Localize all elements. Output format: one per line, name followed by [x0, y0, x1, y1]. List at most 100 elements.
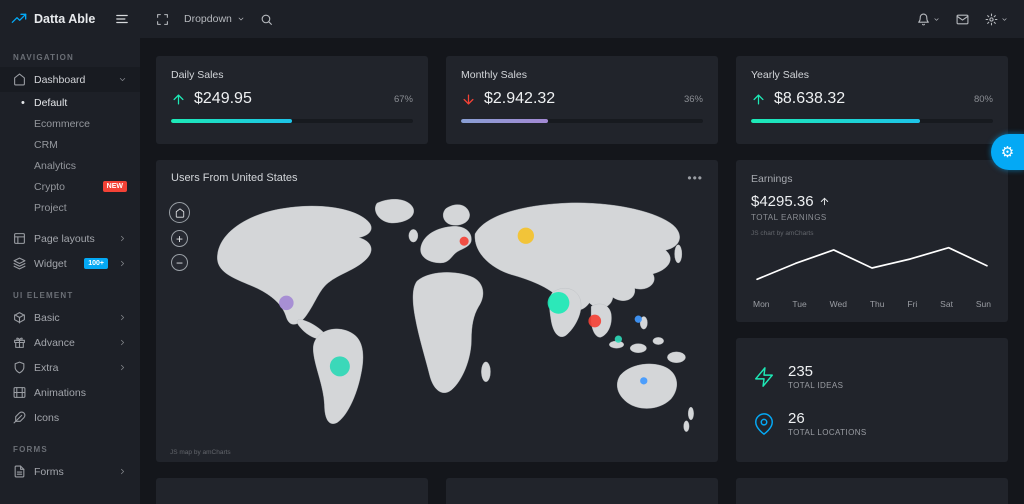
- progress-fill: [461, 119, 549, 123]
- earnings-line-chart[interactable]: [751, 239, 993, 297]
- film-icon: [13, 386, 26, 399]
- gift-icon: [13, 336, 26, 349]
- map-bubble[interactable]: [279, 295, 294, 311]
- map-bubble[interactable]: [547, 291, 570, 314]
- sidebar-item-crm[interactable]: CRM: [0, 134, 140, 155]
- users-map-card: Users From United States ••• + − JS map …: [156, 160, 718, 462]
- home-icon: [13, 73, 26, 86]
- map-home-button[interactable]: [169, 202, 190, 223]
- stat-value: $8.638.32: [774, 90, 846, 107]
- user-settings-gear-icon[interactable]: [985, 13, 1008, 26]
- sidebar-item-advance[interactable]: Advance: [0, 330, 140, 355]
- progress-track: [171, 119, 413, 123]
- world-map[interactable]: [184, 194, 708, 448]
- counter-label: TOTAL IDEAS: [788, 380, 844, 390]
- stat-percent: 36%: [683, 93, 703, 105]
- earnings-label: TOTAL EARNINGS: [751, 213, 827, 222]
- sidebar-toggle-icon[interactable]: [115, 12, 129, 26]
- card-title: Monthly Sales: [461, 69, 527, 81]
- partial-card: [736, 478, 1008, 504]
- top-header: Dropdown: [140, 0, 1024, 38]
- sidebar-item-forms[interactable]: Forms: [0, 459, 140, 484]
- chevron-right-icon: [118, 338, 127, 347]
- progress-track: [461, 119, 703, 123]
- card-title: Daily Sales: [171, 69, 224, 81]
- arrow-up-icon: [751, 92, 766, 107]
- maximize-icon[interactable]: [156, 13, 169, 26]
- sidebar-item-label: Dashboard: [34, 73, 86, 86]
- earnings-x-axis: Mon Tue Wed Thu Fri Sat Sun: [751, 297, 993, 309]
- sidebar: Datta Able NAVIGATION Dashboard • Defaul…: [0, 0, 140, 504]
- sidebar-item-page-layouts[interactable]: Page layouts: [0, 226, 140, 251]
- sidebar-item-project[interactable]: Project: [0, 197, 140, 218]
- progress-fill: [171, 119, 292, 123]
- stat-percent: 67%: [393, 93, 413, 105]
- floating-settings-button[interactable]: ⚙: [991, 134, 1024, 170]
- gear-icon: ⚙: [1000, 144, 1015, 161]
- app-title: Datta Able: [34, 12, 96, 26]
- map-bubble[interactable]: [634, 315, 642, 323]
- daily-sales-card: Daily Sales $249.95 67%: [156, 56, 428, 144]
- arrow-down-icon: [461, 92, 476, 107]
- bolt-icon: [753, 366, 775, 388]
- sidebar-item-icons[interactable]: Icons: [0, 405, 140, 430]
- sub-item-label: Ecommerce: [34, 117, 91, 130]
- map-zoom-in-button[interactable]: +: [171, 230, 188, 247]
- total-locations-row: 26 TOTAL LOCATIONS: [753, 410, 991, 437]
- totals-card: 235 TOTAL IDEAS 26 TOTAL LOCATIONS: [736, 338, 1008, 462]
- pin-icon: [753, 412, 775, 435]
- sidebar-item-label: Icons: [34, 411, 60, 424]
- layers-icon: [13, 257, 26, 270]
- header-dropdown-label: Dropdown: [184, 13, 232, 25]
- stat-value: $249.95: [194, 90, 252, 107]
- sidebar-item-dashboard[interactable]: Dashboard: [0, 67, 140, 92]
- section-label-navigation: NAVIGATION: [13, 53, 75, 62]
- axis-tick: Thu: [869, 299, 885, 309]
- axis-tick: Sat: [940, 299, 953, 309]
- map-bubble[interactable]: [640, 377, 648, 385]
- stat-value: $2.942.32: [484, 90, 556, 107]
- sidebar-item-extra[interactable]: Extra: [0, 355, 140, 380]
- sidebar-item-ecommerce[interactable]: Ecommerce: [0, 113, 140, 134]
- map-bubble[interactable]: [459, 236, 469, 246]
- sub-item-label: Analytics: [34, 159, 77, 172]
- partial-card: [156, 478, 428, 504]
- layout-icon: [13, 232, 26, 245]
- sidebar-item-label: Extra: [34, 361, 59, 374]
- map-bubble[interactable]: [588, 314, 602, 328]
- earnings-card: Earnings $4295.36 TOTAL EARNINGS JS char…: [736, 160, 1008, 322]
- notifications-bell-icon[interactable]: [917, 13, 940, 26]
- sidebar-item-label: Widget: [34, 257, 67, 270]
- sidebar-item-animations[interactable]: Animations: [0, 380, 140, 405]
- sidebar-item-label: Page layouts: [34, 232, 95, 245]
- card-options-icon[interactable]: •••: [687, 172, 703, 184]
- sidebar-item-label: Forms: [34, 465, 64, 478]
- sidebar-item-widget[interactable]: Widget 100+: [0, 251, 140, 276]
- map-bubble[interactable]: [614, 335, 622, 343]
- axis-tick: Wed: [829, 299, 847, 309]
- monthly-sales-card: Monthly Sales $2.942.32 36%: [446, 56, 718, 144]
- app-window: Datta Able NAVIGATION Dashboard • Defaul…: [0, 0, 1024, 504]
- chevron-down-icon: [118, 75, 127, 84]
- axis-tick: Mon: [753, 299, 770, 309]
- chevron-right-icon: [118, 363, 127, 372]
- sub-item-label: Default: [34, 96, 68, 109]
- sub-item-label: Crypto: [34, 180, 65, 193]
- sidebar-item-default[interactable]: • Default: [0, 92, 140, 113]
- sidebar-item-crypto[interactable]: Crypto NEW: [0, 176, 140, 197]
- shield-icon: [13, 361, 26, 374]
- chevron-right-icon: [118, 259, 127, 268]
- chevron-right-icon: [118, 313, 127, 322]
- yearly-sales-card: Yearly Sales $8.638.32 80%: [736, 56, 1008, 144]
- sidebar-item-analytics[interactable]: Analytics: [0, 155, 140, 176]
- card-title: Users From United States: [171, 172, 298, 184]
- sidebar-item-basic[interactable]: Basic: [0, 305, 140, 330]
- map-zoom-out-button[interactable]: −: [171, 254, 188, 271]
- map-bubble[interactable]: [329, 356, 350, 377]
- search-icon[interactable]: [260, 13, 273, 26]
- counter-label: TOTAL LOCATIONS: [788, 427, 867, 437]
- map-bubble[interactable]: [517, 227, 534, 244]
- count-badge: 100+: [84, 258, 108, 269]
- mail-icon[interactable]: [956, 13, 969, 26]
- header-dropdown[interactable]: Dropdown: [184, 13, 245, 25]
